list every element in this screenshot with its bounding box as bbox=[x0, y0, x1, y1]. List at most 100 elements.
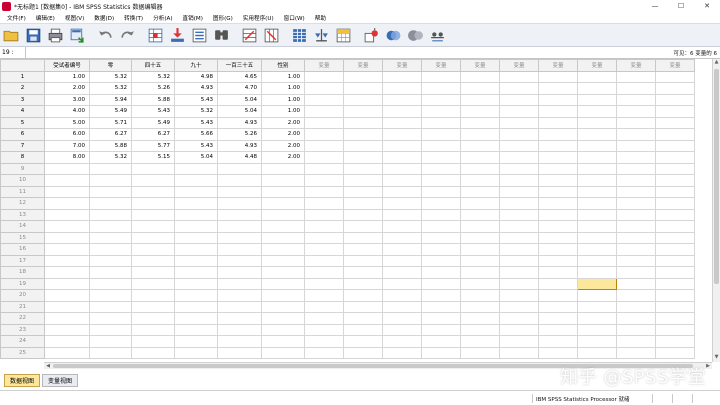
data-cell[interactable] bbox=[174, 208, 218, 221]
data-cell[interactable] bbox=[304, 243, 344, 256]
empty-column-header[interactable]: 变量 bbox=[421, 59, 461, 72]
data-cell[interactable] bbox=[616, 151, 656, 164]
data-cell[interactable] bbox=[217, 162, 262, 175]
data-cell[interactable] bbox=[538, 312, 578, 325]
split-file-icon[interactable] bbox=[290, 26, 309, 45]
data-cell[interactable] bbox=[261, 162, 305, 175]
data-cell[interactable]: 4.48 bbox=[217, 151, 262, 164]
data-cell[interactable] bbox=[460, 254, 500, 267]
data-cell[interactable] bbox=[382, 82, 422, 95]
data-cell[interactable] bbox=[499, 185, 539, 198]
empty-column-header[interactable]: 变量 bbox=[382, 59, 422, 72]
data-cell[interactable] bbox=[460, 197, 500, 210]
data-cell[interactable] bbox=[44, 323, 90, 336]
weight-cases-icon[interactable] bbox=[312, 26, 331, 45]
menu-graphs[interactable]: 图形(G) bbox=[208, 14, 238, 22]
menu-window[interactable]: 窗口(W) bbox=[279, 14, 310, 22]
data-cell[interactable] bbox=[655, 300, 695, 313]
data-cell[interactable]: 5.43 bbox=[174, 116, 218, 129]
data-cell[interactable] bbox=[460, 93, 500, 106]
data-cell[interactable]: 5.71 bbox=[89, 116, 132, 129]
data-cell[interactable] bbox=[343, 220, 383, 233]
find-icon[interactable] bbox=[212, 26, 231, 45]
data-cell[interactable]: 6.27 bbox=[89, 128, 132, 141]
data-cell[interactable] bbox=[577, 289, 617, 302]
data-cell[interactable] bbox=[616, 312, 656, 325]
data-cell[interactable] bbox=[343, 70, 383, 83]
data-cell[interactable] bbox=[538, 151, 578, 164]
save-icon[interactable] bbox=[24, 26, 43, 45]
data-cell[interactable] bbox=[382, 300, 422, 313]
data-cell[interactable] bbox=[304, 300, 344, 313]
data-cell[interactable] bbox=[131, 277, 175, 290]
data-cell[interactable] bbox=[655, 346, 695, 359]
dialog-recall-icon[interactable] bbox=[68, 26, 87, 45]
data-cell[interactable] bbox=[382, 93, 422, 106]
data-cell[interactable] bbox=[616, 174, 656, 187]
data-cell[interactable] bbox=[131, 208, 175, 221]
data-cell[interactable]: 7.00 bbox=[44, 139, 90, 152]
menu-file[interactable]: 文件(F) bbox=[2, 14, 31, 22]
data-cell[interactable]: 5.66 bbox=[174, 128, 218, 141]
use-variable-sets-icon[interactable] bbox=[384, 26, 403, 45]
data-cell[interactable] bbox=[460, 116, 500, 129]
spell-check-icon[interactable] bbox=[428, 26, 447, 45]
data-cell[interactable] bbox=[460, 323, 500, 336]
empty-column-header[interactable]: 变量 bbox=[655, 59, 695, 72]
data-cell[interactable] bbox=[174, 162, 218, 175]
data-cell[interactable] bbox=[577, 116, 617, 129]
data-cell[interactable] bbox=[538, 105, 578, 118]
scroll-up-arrow-icon[interactable]: ▲ bbox=[713, 59, 720, 67]
data-cell[interactable] bbox=[304, 116, 344, 129]
open-icon[interactable] bbox=[2, 26, 21, 45]
data-cell[interactable] bbox=[382, 70, 422, 83]
data-cell[interactable] bbox=[460, 231, 500, 244]
data-cell[interactable] bbox=[499, 243, 539, 256]
data-cell[interactable] bbox=[421, 346, 461, 359]
data-cell[interactable] bbox=[131, 300, 175, 313]
data-cell[interactable] bbox=[217, 185, 262, 198]
row-number[interactable]: 11 bbox=[0, 185, 45, 198]
data-cell[interactable]: 5.00 bbox=[44, 116, 90, 129]
data-cell[interactable] bbox=[421, 70, 461, 83]
data-cell[interactable] bbox=[44, 243, 90, 256]
data-cell[interactable] bbox=[538, 266, 578, 279]
data-cell[interactable] bbox=[382, 139, 422, 152]
data-cell[interactable] bbox=[460, 174, 500, 187]
data-cell[interactable] bbox=[460, 82, 500, 95]
menu-transform[interactable]: 转换(T) bbox=[119, 14, 148, 22]
data-cell[interactable] bbox=[304, 82, 344, 95]
data-cell[interactable] bbox=[304, 105, 344, 118]
menu-view[interactable]: 视图(V) bbox=[60, 14, 89, 22]
data-cell[interactable] bbox=[499, 82, 539, 95]
data-cell[interactable] bbox=[421, 254, 461, 267]
scroll-down-arrow-icon[interactable]: ▼ bbox=[713, 354, 720, 362]
data-cell[interactable] bbox=[174, 277, 218, 290]
data-cell[interactable] bbox=[421, 312, 461, 325]
data-cell[interactable] bbox=[655, 323, 695, 336]
data-cell[interactable] bbox=[499, 116, 539, 129]
grid-corner[interactable] bbox=[0, 59, 45, 72]
data-cell[interactable] bbox=[538, 220, 578, 233]
data-cell[interactable] bbox=[217, 300, 262, 313]
data-cell[interactable]: 4.70 bbox=[217, 82, 262, 95]
data-cell[interactable] bbox=[304, 266, 344, 279]
data-cell[interactable] bbox=[499, 70, 539, 83]
data-cell[interactable]: 5.26 bbox=[217, 128, 262, 141]
data-cell[interactable] bbox=[499, 300, 539, 313]
data-cell[interactable] bbox=[460, 335, 500, 348]
data-cell[interactable] bbox=[174, 346, 218, 359]
data-cell[interactable] bbox=[131, 289, 175, 302]
data-cell[interactable] bbox=[616, 162, 656, 175]
data-cell[interactable] bbox=[131, 231, 175, 244]
data-cell[interactable] bbox=[421, 243, 461, 256]
data-cell[interactable] bbox=[577, 266, 617, 279]
data-cell[interactable] bbox=[131, 266, 175, 279]
data-cell[interactable] bbox=[44, 277, 90, 290]
data-cell[interactable] bbox=[616, 266, 656, 279]
data-cell[interactable] bbox=[421, 277, 461, 290]
data-cell[interactable] bbox=[382, 266, 422, 279]
data-cell[interactable] bbox=[44, 335, 90, 348]
data-cell[interactable] bbox=[44, 220, 90, 233]
data-cell[interactable] bbox=[499, 139, 539, 152]
